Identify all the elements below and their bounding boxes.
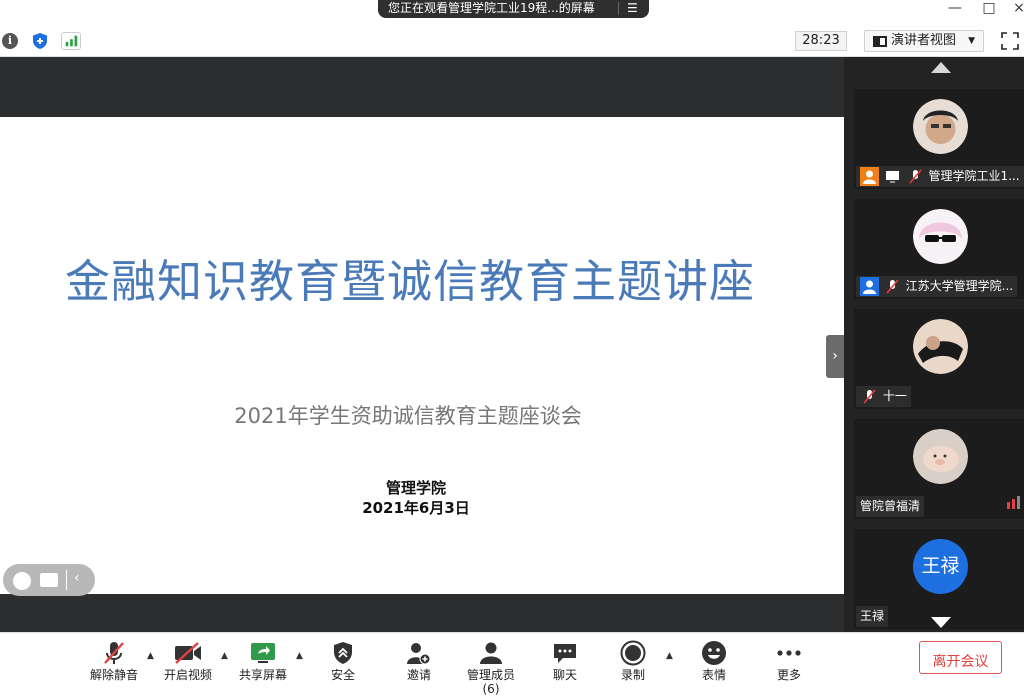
participant-name: 管院曾福清 [860, 499, 921, 513]
info-icon[interactable]: i [2, 33, 18, 49]
participant-name-bar: 管院曾福清 [856, 496, 925, 517]
participant-avatar [913, 319, 968, 374]
mic-muted-icon [863, 389, 876, 404]
audio-options-chevron-icon[interactable]: ▲ [147, 651, 154, 661]
smile-icon [702, 641, 726, 665]
participant-name: 江苏大学管理学院... [905, 279, 1014, 293]
leave-meeting-button[interactable]: 离开会议 [919, 641, 1002, 674]
participant-name-bar: 王禄 [856, 606, 889, 627]
participant-name: 管理学院工业1... [928, 169, 1020, 183]
more-dots-icon [777, 650, 801, 656]
meeting-timer: 28:23 [795, 31, 847, 51]
speaker-view-icon [873, 36, 887, 47]
participant-tile[interactable]: 管院曾福清 [854, 419, 1024, 519]
manage-participants-button[interactable]: 管理成员(6) [461, 640, 521, 696]
view-mode-label: 演讲者视图 [891, 33, 957, 48]
collapse-left-icon[interactable]: ‹ [74, 570, 80, 586]
reaction-smile-icon[interactable] [13, 572, 31, 590]
manage-participants-label: 管理成员(6) [466, 668, 515, 696]
unmute-button[interactable]: 解除静音 [84, 640, 144, 682]
participant-tile[interactable]: 江苏大学管理学院... [854, 199, 1024, 299]
slide-organization: 管理学院 [385, 479, 446, 497]
network-signal-icon[interactable] [61, 32, 81, 50]
gallery-scroll-down-icon[interactable] [931, 617, 951, 628]
security-shield-icon[interactable] [31, 32, 49, 50]
shared-screen: 金融知识教育暨诚信教育主题讲座 2021年学生资助诚信教育主题座谈会 管理学院 … [0, 57, 844, 632]
mic-muted-icon [886, 279, 899, 294]
security-label: 安全 [330, 668, 355, 682]
start-video-button[interactable]: 开启视频 [158, 640, 218, 682]
divider [618, 2, 619, 15]
record-label: 录制 [620, 668, 645, 682]
start-video-label: 开启视频 [163, 668, 212, 682]
slide-subtitle: 2021年学生资助诚信教育主题座谈会 [234, 404, 582, 428]
share-screen-label: 共享屏幕 [238, 668, 287, 682]
participant-avatar [913, 429, 968, 484]
security-button[interactable]: 安全 [313, 640, 373, 682]
invite-user-icon [407, 643, 431, 665]
participant-tile[interactable]: 十一 [854, 309, 1024, 409]
participants-icon [480, 642, 502, 664]
host-badge-icon [860, 167, 879, 186]
view-mode-dropdown[interactable]: 演讲者视图 ▼ [864, 30, 984, 52]
unmute-label: 解除静音 [89, 668, 138, 682]
divider [66, 570, 67, 590]
record-options-chevron-icon[interactable]: ▲ [666, 651, 673, 661]
maximize-button[interactable]: □ [979, 0, 999, 18]
invite-label: 邀请 [406, 668, 431, 682]
chat-label: 聊天 [552, 668, 577, 682]
video-options-chevron-icon[interactable]: ▲ [221, 651, 228, 661]
participant-avatar [913, 99, 968, 154]
share-screen-button[interactable]: 共享屏幕 [233, 640, 293, 682]
expand-gallery-button[interactable]: › [826, 335, 844, 378]
invite-button[interactable]: 邀请 [389, 640, 449, 682]
screen-share-notice[interactable]: 您正在观看管理学院工业19程...的屏幕 ☰ [378, 0, 649, 18]
reaction-toolbar: ‹ [3, 564, 95, 596]
comment-icon[interactable] [40, 573, 58, 587]
participant-name: 十一 [882, 389, 907, 403]
fullscreen-icon[interactable] [1001, 32, 1019, 50]
meeting-controls-bar: 解除静音 ▲ 开启视频 ▲ 共享屏幕 ▲ 安全 邀请 管理成员(6) 聊天 录制… [0, 632, 1024, 696]
slide-date: 2021年6月3日 [362, 499, 470, 517]
participant-name-bar: 管理学院工业1... [856, 166, 1024, 187]
mic-muted-icon [104, 642, 124, 664]
mic-muted-icon [909, 169, 922, 184]
record-icon [620, 640, 646, 666]
title-bar: 您正在观看管理学院工业19程...的屏幕 ☰ — □ × [0, 0, 1024, 24]
participant-name-bar: 十一 [856, 386, 911, 407]
cohost-badge-icon [860, 277, 879, 296]
minimize-button[interactable]: — [945, 0, 965, 18]
chat-icon [554, 644, 576, 663]
record-button[interactable]: 录制 [603, 640, 663, 682]
video-off-icon [175, 642, 201, 664]
share-notice-text: 您正在观看管理学院工业19程...的屏幕 [388, 1, 595, 15]
share-options-chevron-icon[interactable]: ▲ [296, 651, 303, 661]
more-label: 更多 [776, 668, 801, 682]
slide-title: 金融知识教育暨诚信教育主题讲座 [64, 255, 755, 308]
chevron-down-icon: ▼ [968, 36, 975, 46]
share-menu-icon[interactable]: ☰ [627, 0, 638, 16]
reactions-label: 表情 [701, 668, 726, 682]
presentation-slide: 金融知识教育暨诚信教育主题讲座 2021年学生资助诚信教育主题座谈会 管理学院 … [0, 117, 844, 594]
participant-name: 王禄 [860, 609, 885, 623]
reactions-button[interactable]: 表情 [684, 640, 744, 682]
chat-button[interactable]: 聊天 [535, 640, 595, 682]
share-screen-icon [251, 643, 275, 663]
security-shield-icon [334, 642, 352, 664]
participant-avatar: 王禄 [913, 539, 968, 594]
gallery-scroll-up-icon[interactable] [931, 62, 951, 73]
close-button[interactable]: × [1009, 0, 1024, 18]
more-button[interactable]: 更多 [759, 640, 819, 682]
participant-avatar [913, 209, 968, 264]
participant-tile[interactable]: 管理学院工业1... [854, 89, 1024, 189]
screen-share-status-icon [885, 171, 899, 183]
audio-level-icon [1007, 496, 1020, 509]
participant-tile[interactable]: 王禄 王禄 [854, 529, 1024, 629]
participant-name-bar: 江苏大学管理学院... [856, 276, 1018, 297]
